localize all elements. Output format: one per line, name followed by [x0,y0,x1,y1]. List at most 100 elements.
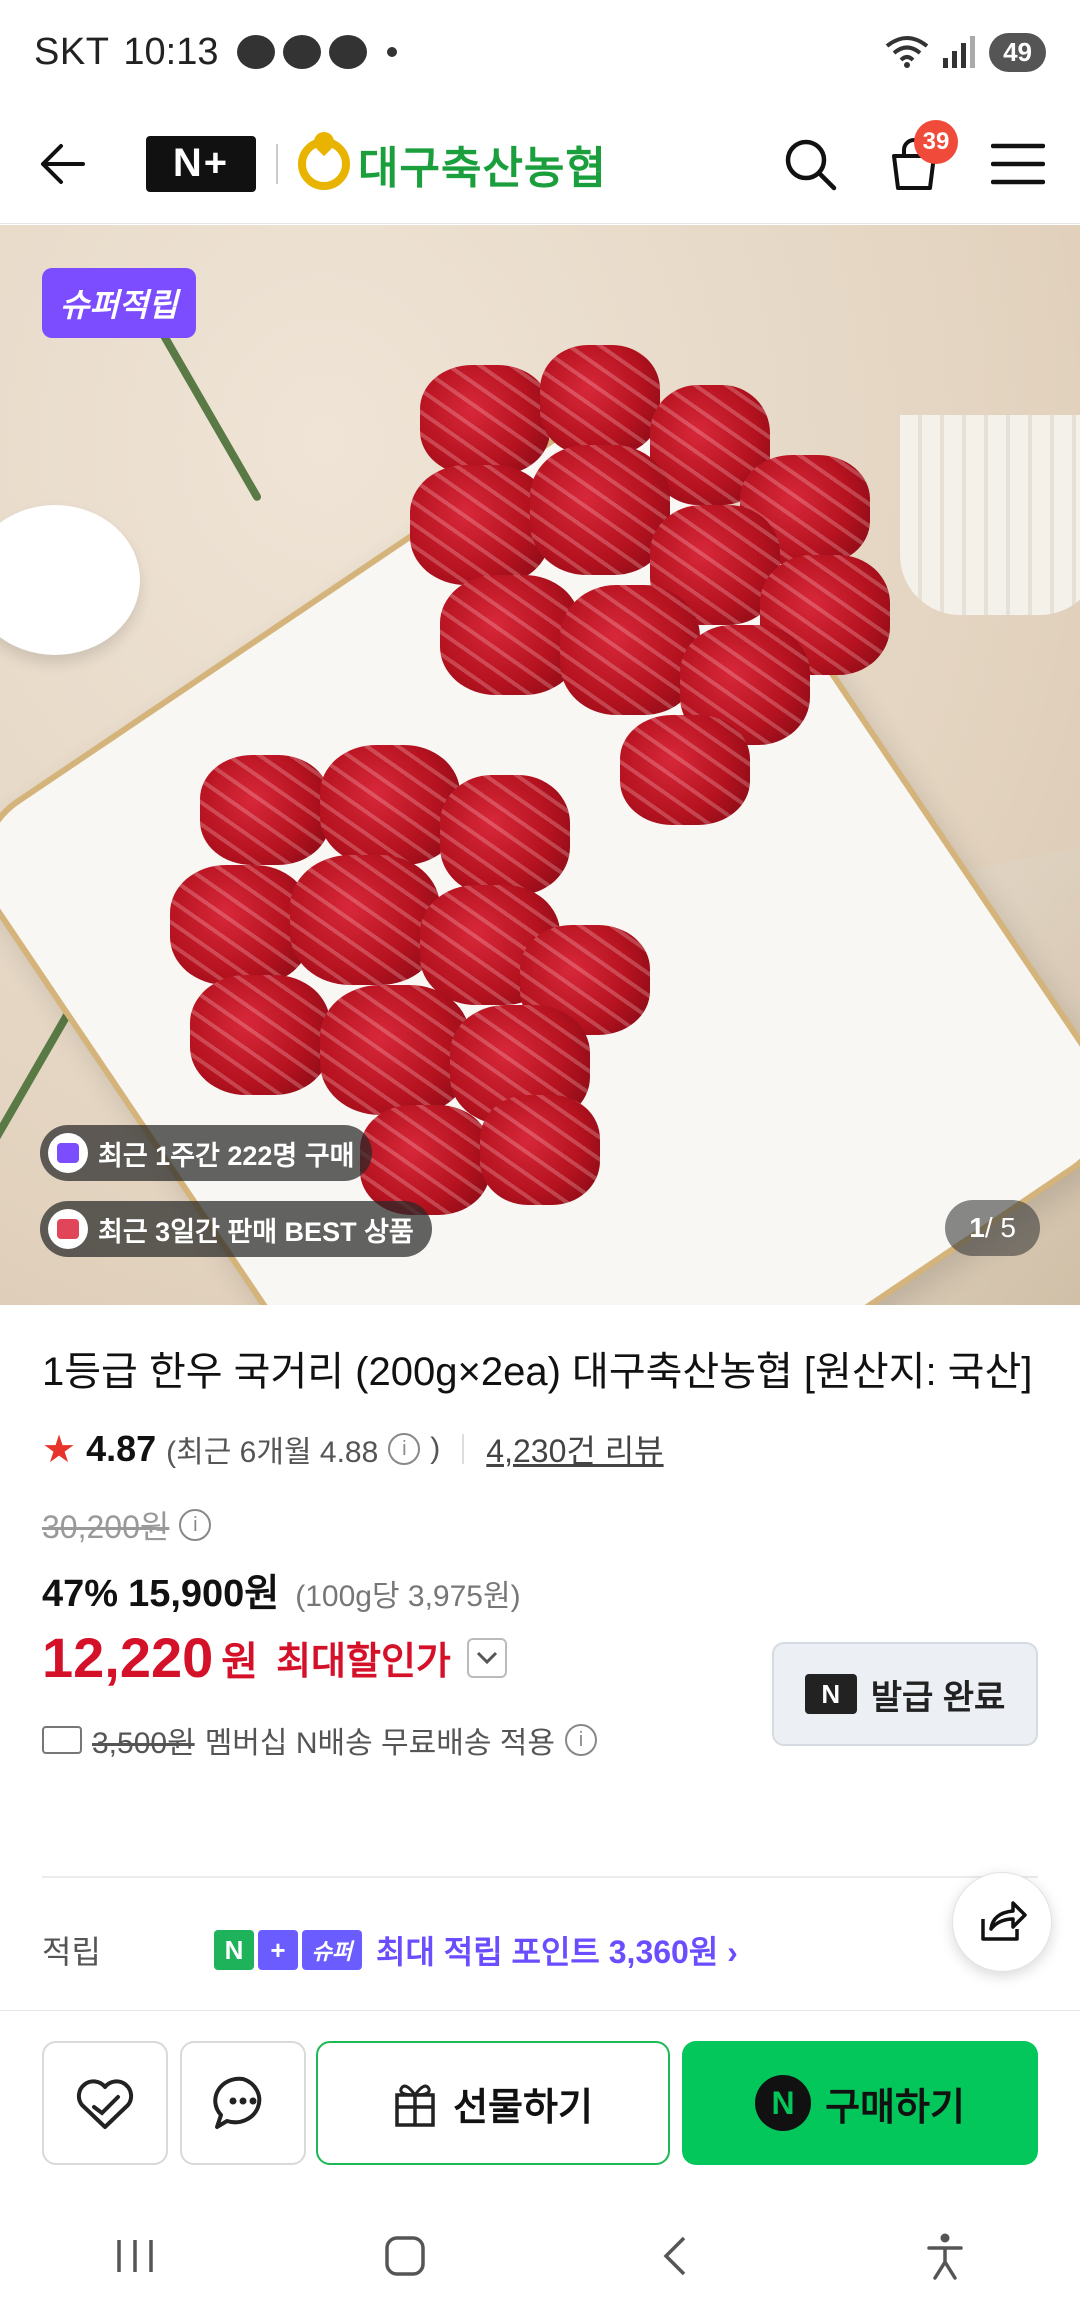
delivery-text: 멤버십 N배송 무료배송 적용 [204,1727,555,1760]
chat-button[interactable] [180,2041,306,2165]
buy-label: 구매하기 [825,2086,965,2129]
coupon-label: 발급 완료 [870,1678,1006,1717]
home-button[interactable] [365,2216,445,2296]
original-price: 30,200원 [42,1509,170,1545]
product-info: 1등급 한우 국거리 (200g×2ea) 대구축산농협 [원산지: 국산] ★… [42,1340,1038,1762]
reward-label: 적립 [42,1934,101,1970]
beef-cube [360,1105,490,1215]
naver-pay-icon: N [755,2075,812,2131]
accessibility-button[interactable] [905,2216,985,2296]
final-price: 12,220 [42,1626,214,1689]
recent-apps-button[interactable] [95,2216,175,2296]
recent-apps-icon [117,2240,153,2272]
discount-price: 15,900원 [128,1573,280,1615]
info-icon[interactable]: i [564,1724,597,1756]
nplus-logo[interactable]: N+ [146,135,256,192]
app-icon [328,35,367,69]
badge-n: N [214,1930,254,1970]
rating-divider [462,1434,465,1464]
cart-button[interactable]: 39 [884,119,958,194]
best-seller-pill: 최근 3일간 판매 BEST 상품 [40,1201,432,1257]
rating-recent: (최근 6개월 4.88 [166,1436,379,1469]
nplus-super-badge: N + 슈퍼 [214,1930,362,1970]
beef-cube [480,1095,600,1205]
info-icon[interactable]: i [388,1433,421,1465]
menu-button[interactable] [988,134,1048,194]
back-button[interactable] [32,134,92,194]
wifi-icon [885,36,929,68]
gift-icon [395,2084,435,2127]
store-logo-link[interactable]: 대구축산농협 [298,132,607,196]
naver-n-icon: N [804,1674,857,1714]
beef-cube [290,855,440,985]
chevron-down-icon[interactable] [466,1637,507,1678]
recent-purchase-text: 최근 1주간 222명 구매 [98,1140,355,1171]
truck-icon [42,1726,82,1754]
section-divider [42,1876,1038,1878]
chevron-left-icon [663,2236,686,2276]
beef-cube [530,445,670,575]
max-discount-label: 최대할인가 [276,1641,451,1683]
status-bar: SKT 10:13 49 [0,0,1080,104]
beef-cube [420,365,550,475]
rating-row: ★ 4.87 (최근 6개월 4.88 i ) 4,230건 리뷰 [42,1426,1038,1472]
share-icon [981,1901,1027,1941]
heart-check-icon [76,2079,134,2129]
search-button[interactable] [780,134,840,194]
pepper-bowl [0,505,140,655]
chat-icon [282,35,321,69]
discount-percent: 47% [42,1573,119,1615]
reward-points-text: 최대 적립 포인트 3,360원 › [376,1934,738,1970]
system-nav-bar [0,2196,1080,2316]
gift-box-icon [48,1209,88,1249]
header-divider [276,143,278,184]
arrow-left-icon [41,143,85,184]
info-icon[interactable]: i [179,1509,212,1541]
beef-cube [320,985,470,1115]
system-back-button[interactable] [635,2216,715,2296]
beef-cube [170,865,310,985]
coupon-issued-button[interactable]: N 발급 완료 [772,1642,1038,1746]
review-count-link[interactable]: 4,230건 리뷰 [486,1426,663,1472]
delivery-fee: 3,500원 [92,1727,195,1760]
bag-icon [48,1133,88,1173]
hamburger-menu-icon [991,143,1045,184]
home-icon [385,2236,425,2276]
recent-purchase-pill: 최근 1주간 222명 구매 [40,1125,373,1181]
wishlist-button[interactable] [42,2041,168,2165]
gift-label: 선물하기 [453,2086,593,2129]
store-emblem-icon [298,137,350,190]
clock: 10:13 [123,30,219,73]
share-button[interactable] [952,1872,1052,1972]
cart-count-badge: 39 [914,119,958,164]
beef-cube [440,575,580,695]
gift-button[interactable]: 선물하기 [316,2041,670,2165]
image-pager: 1 / 5 [945,1200,1040,1256]
rating-recent-close: ) [430,1432,441,1465]
accessibility-icon [927,2233,963,2280]
product-title: 1등급 한우 국거리 (200g×2ea) 대구축산농협 [원산지: 국산] [42,1350,1033,1394]
talk-icon [236,35,275,69]
beef-cube [620,715,750,825]
beef-cube [410,465,550,585]
notification-icons [236,35,397,69]
beef-cube [540,345,660,455]
beef-cube [440,775,570,895]
top-nav: N+ 대구축산농협 39 [0,104,1080,224]
beef-cube [200,755,330,865]
badge-super: 슈퍼 [302,1930,362,1970]
buy-button[interactable]: N 구매하기 [682,2041,1038,2165]
super-reward-tag: 슈퍼적립 [42,268,196,338]
reward-row[interactable]: 적립 N + 슈퍼 최대 적립 포인트 3,360원 › [42,1920,1038,1980]
chat-bubble-icon [213,2076,262,2129]
discount-row: 47% 15,900원 (100g당 3,975원) [42,1562,1038,1617]
vase-decor [900,415,1080,615]
carrier-label: SKT [34,30,110,73]
beef-cube [560,585,700,715]
star-icon: ★ [42,1428,77,1471]
search-icon [785,139,837,190]
bottom-action-bar: 선물하기 N 구매하기 [0,2010,1080,2196]
beef-cube [320,745,460,865]
best-seller-text: 최근 3일간 판매 BEST 상품 [98,1216,414,1247]
badge-plus: + [258,1930,298,1970]
